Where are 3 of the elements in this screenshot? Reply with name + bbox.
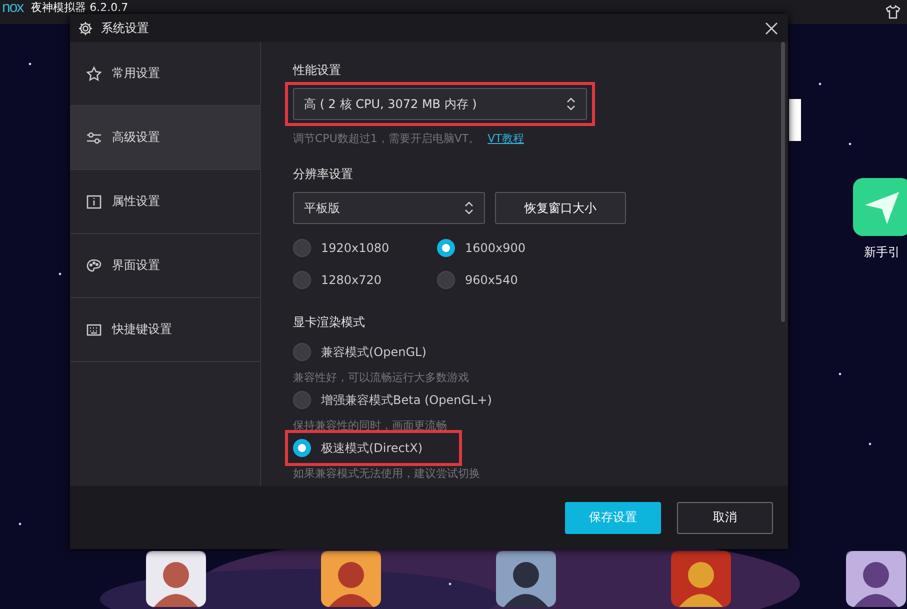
app-title: 夜神模拟器 6.2.0.7 (31, 0, 128, 14)
shirt-icon[interactable] (885, 4, 901, 20)
logo: nox (2, 0, 24, 16)
